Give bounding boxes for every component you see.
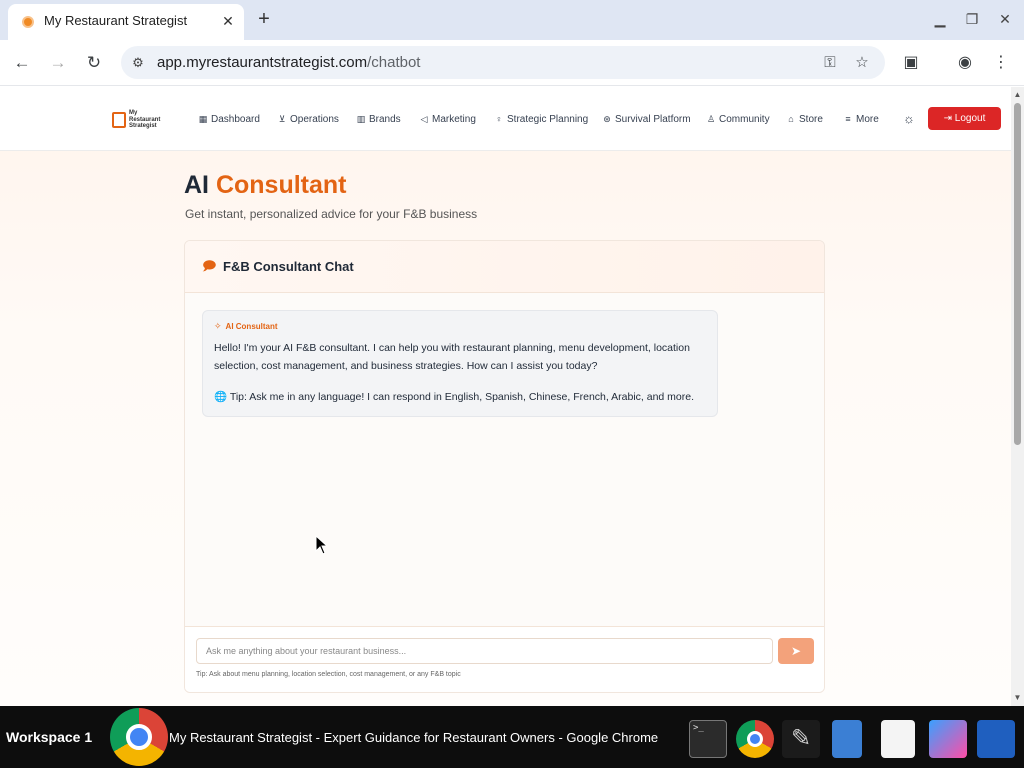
page-scrollbar[interactable]: ▲ ▼ bbox=[1011, 87, 1024, 706]
sparkles-icon: ✧ bbox=[214, 321, 222, 331]
chrome-menu-icon[interactable]: ⋮ bbox=[990, 52, 1012, 74]
chrome-app-icon[interactable] bbox=[110, 708, 168, 766]
file-archive-icon[interactable] bbox=[832, 720, 862, 758]
close-window-icon[interactable]: ✕ bbox=[996, 10, 1014, 28]
site-logo[interactable]: My Restaurant Strategist bbox=[112, 110, 164, 130]
browser-tab[interactable]: My Restaurant Strategist ✕ bbox=[8, 4, 244, 40]
os-taskbar: Workspace 1 My Restaurant Strategist - E… bbox=[0, 706, 1024, 768]
megaphone-icon: ◁ bbox=[420, 114, 428, 124]
minimize-icon[interactable]: ▁ bbox=[931, 10, 949, 28]
store-icon: ⌂ bbox=[788, 114, 794, 124]
page-viewport: My Restaurant Strategist ▦ Dashboard ⊻ Ope… bbox=[0, 87, 1011, 706]
browser-tab-bar: My Restaurant Strategist ✕ + ▁ ❐ ✕ bbox=[0, 0, 1024, 40]
globe-icon: 🌐 bbox=[214, 391, 230, 403]
lifebuoy-icon: ⊛ bbox=[603, 114, 611, 124]
active-window-title[interactable]: My Restaurant Strategist - Expert Guidan… bbox=[169, 730, 658, 745]
message-author: ✧ AI Consultant bbox=[214, 321, 278, 331]
nav-survival-platform[interactable]: ⊛ Survival Platform bbox=[602, 111, 690, 127]
theme-toggle-sun-icon[interactable]: ☼ bbox=[900, 110, 918, 128]
reload-icon[interactable]: ↻ bbox=[83, 52, 105, 74]
logout-button[interactable]: ⇥ Logout bbox=[928, 107, 1001, 130]
image-editor-icon[interactable] bbox=[929, 720, 967, 758]
document-viewer-icon[interactable] bbox=[881, 720, 915, 758]
lightbulb-icon: ♀ bbox=[495, 114, 503, 124]
chat-input-tip: Tip: Ask about menu planning, location s… bbox=[196, 671, 461, 678]
nav-more[interactable]: ≡ More bbox=[843, 111, 878, 127]
chat-messages: ✧ AI Consultant Hello! I'm your AI F&B co… bbox=[185, 293, 824, 626]
bookmark-star-icon[interactable]: ☆ bbox=[852, 53, 872, 73]
menu-icon: ≡ bbox=[845, 114, 851, 124]
send-icon: ➤ bbox=[790, 644, 802, 658]
nav-community[interactable]: ♙ Community bbox=[706, 111, 770, 127]
logo-text: My Restaurant Strategist bbox=[129, 110, 161, 129]
nav-dashboard[interactable]: ▦ Dashboard bbox=[198, 111, 260, 127]
site-favicon-icon bbox=[22, 16, 34, 28]
chat-title: F&B Consultant Chat bbox=[223, 259, 354, 274]
nav-marketing[interactable]: ◁ Marketing bbox=[419, 111, 476, 127]
restore-icon[interactable]: ❐ bbox=[963, 10, 981, 28]
users-icon: ♙ bbox=[706, 114, 716, 124]
logout-icon: ⇥ bbox=[943, 113, 955, 124]
scroll-up-icon[interactable]: ▲ bbox=[1011, 89, 1024, 101]
url-text[interactable]: app.myrestaurantstrategist.com/chatbot bbox=[157, 54, 420, 71]
browser-toolbar: ← → ↻ ⚙ app.myrestaurantstrategist.com/c… bbox=[0, 40, 1024, 86]
close-tab-icon[interactable]: ✕ bbox=[218, 11, 238, 31]
chat-card: 🗩 F&B Consultant Chat ✧ AI Consultant Hel… bbox=[184, 240, 825, 693]
chat-input[interactable] bbox=[196, 638, 773, 664]
terminal-icon[interactable]: >_ bbox=[689, 720, 727, 758]
media-icon[interactable]: ▣ bbox=[900, 52, 922, 74]
site-info-icon[interactable]: ⚙ bbox=[129, 54, 147, 72]
message-tip: 🌐 Tip: Ask me in any language! I can res… bbox=[214, 391, 695, 403]
chat-bubble-icon: 🗩 bbox=[202, 258, 217, 273]
workspace-label[interactable]: Workspace 1 bbox=[6, 729, 92, 745]
text-editor-icon[interactable]: ✎ bbox=[782, 720, 820, 758]
nav-brands[interactable]: ▥ Brands bbox=[356, 111, 401, 127]
back-icon[interactable]: ← bbox=[11, 52, 33, 74]
address-bar[interactable]: ⚙ app.myrestaurantstrategist.com/chatbot… bbox=[121, 46, 885, 79]
scrollbar-thumb[interactable] bbox=[1014, 103, 1021, 445]
cart-icon: ⊻ bbox=[278, 114, 286, 124]
nav-store[interactable]: ⌂ Store bbox=[786, 111, 823, 127]
password-key-icon[interactable]: ⚿ bbox=[820, 53, 840, 73]
send-button[interactable]: ➤ bbox=[778, 638, 814, 664]
chat-header: 🗩 F&B Consultant Chat bbox=[185, 241, 824, 293]
profile-icon[interactable]: ◉ bbox=[954, 52, 976, 74]
assistant-message: ✧ AI Consultant Hello! I'm your AI F&B co… bbox=[202, 310, 718, 417]
nav-strategic-planning[interactable]: ♀ Strategic Planning bbox=[494, 111, 589, 127]
building-icon: ▥ bbox=[356, 114, 366, 124]
new-tab-button[interactable]: + bbox=[254, 8, 274, 30]
forward-icon[interactable]: → bbox=[47, 52, 69, 74]
tab-title: My Restaurant Strategist bbox=[44, 13, 188, 28]
mouse-cursor-icon bbox=[315, 535, 329, 555]
page-title: AI Consultant bbox=[184, 171, 347, 199]
site-header: My Restaurant Strategist ▦ Dashboard ⊻ Ope… bbox=[0, 87, 1011, 151]
nav-operations[interactable]: ⊻ Operations bbox=[277, 111, 339, 127]
calculator-icon[interactable] bbox=[977, 720, 1015, 758]
logo-icon bbox=[112, 112, 126, 128]
chrome-icon[interactable] bbox=[736, 720, 774, 758]
message-text: Hello! I'm your AI F&B consultant. I can… bbox=[214, 342, 690, 372]
dashboard-icon: ▦ bbox=[198, 114, 208, 124]
page-subtitle: Get instant, personalized advice for you… bbox=[185, 207, 478, 221]
scroll-down-icon[interactable]: ▼ bbox=[1011, 692, 1024, 704]
chat-input-area: ➤ Tip: Ask about menu planning, location… bbox=[185, 626, 824, 692]
